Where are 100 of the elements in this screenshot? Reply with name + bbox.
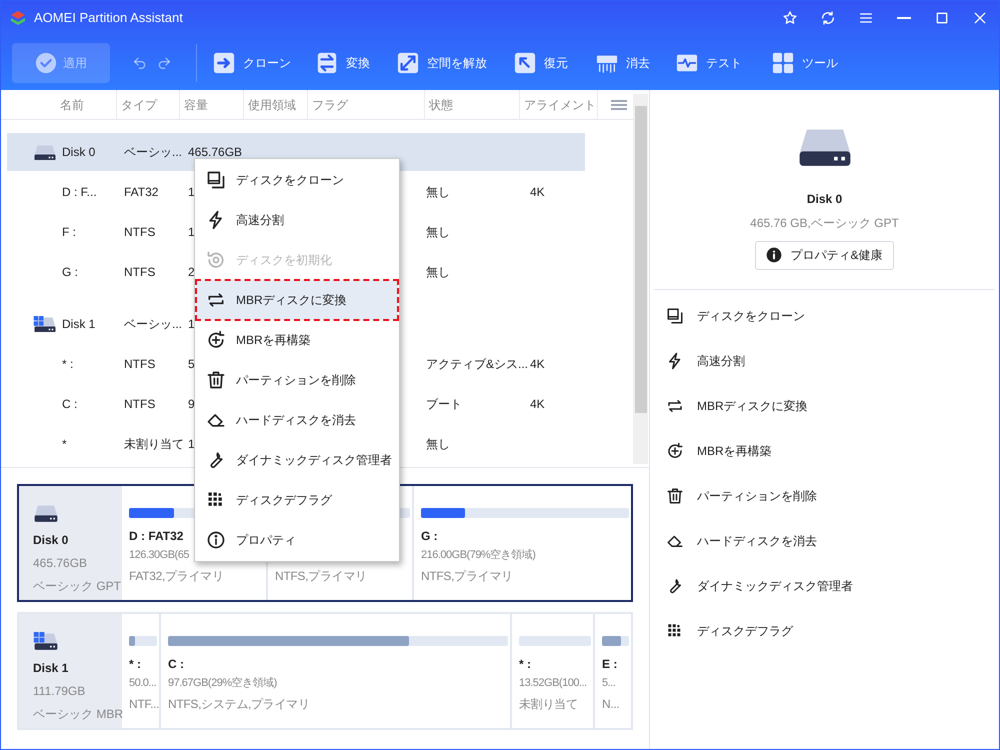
column-settings-icon: [611, 98, 627, 110]
toolbar-button[interactable]: 復元: [514, 42, 568, 82]
table-cell: 1: [188, 185, 195, 199]
table-cell: 無し: [426, 265, 450, 279]
table-cell: NTFS: [124, 265, 156, 279]
menu-item[interactable]: ハードディスクを消去: [196, 400, 398, 440]
table-cell: 無し: [426, 225, 450, 239]
operation-item[interactable]: ダイナミックディスク管理者: [650, 564, 999, 609]
table-cell: 1: [188, 225, 195, 239]
expand-arrows-icon: [397, 52, 419, 74]
partition-type: NTFS,プライマリ: [421, 568, 513, 585]
table-cell: ブート: [426, 397, 462, 411]
column-header[interactable]: タイプ: [117, 90, 180, 120]
circle-plus-icon: [206, 330, 226, 350]
toolbar-button[interactable]: 空間を解放: [397, 42, 487, 82]
disk-card[interactable]: Disk 1 111.79GB ベーシック MBR * : 50.0... NTF... C : 97.67GB(29%空き領域) NTFS,システム,プライマリ * : 13.52GB(100... 未割り当て E : 5... N...: [17, 612, 633, 730]
table-cell: ベーシッ...: [124, 317, 182, 331]
toolbar-button[interactable]: テスト: [676, 42, 742, 82]
menu-item[interactable]: ディスクデフラグ: [196, 480, 398, 520]
operation-item[interactable]: MBRディスクに変換: [650, 384, 999, 429]
disk-name: Disk 0: [806, 190, 842, 208]
operation-item[interactable]: MBRを再構築: [650, 428, 999, 474]
minimize-icon: [897, 17, 911, 19]
table-cell: 1: [188, 317, 195, 331]
table-cell: 未割り当て: [124, 437, 184, 451]
partition-info: 50.0...: [129, 677, 156, 689]
table-cell: 5: [188, 357, 195, 371]
window-title: AOMEI Partition Assistant: [34, 9, 183, 28]
partition-type: 未割り当て: [519, 696, 578, 713]
column-header[interactable]: フラグ: [308, 90, 425, 120]
table-cell: アクティブ&シス...: [426, 357, 528, 371]
refresh-icon: [820, 10, 836, 26]
row-name[interactable]: Disk 1: [62, 317, 96, 331]
toolbar-button[interactable]: クローン: [213, 42, 291, 82]
partition-label: G :: [421, 529, 438, 543]
partition-type: N...: [602, 696, 620, 713]
menu-item[interactable]: パーティションを削除: [196, 360, 398, 400]
table-cell: 1: [188, 437, 195, 451]
table-cell: 無し: [426, 185, 450, 199]
circular-arrow-icon: [206, 250, 226, 270]
row-name[interactable]: F :: [62, 225, 76, 239]
row-name[interactable]: Disk 0: [62, 145, 96, 159]
operation-item[interactable]: ディスクデフラグ: [650, 608, 999, 654]
operation-item[interactable]: ハードディスクを消去: [650, 518, 999, 564]
maximize-icon: [934, 10, 950, 26]
operation-item[interactable]: パーティションを削除: [650, 474, 999, 519]
menu-item[interactable]: MBRを再構築: [196, 320, 398, 360]
table-cell: NTFS: [124, 225, 156, 239]
column-header[interactable]: 状態: [425, 90, 520, 120]
toolbar-button[interactable]: ツール: [772, 42, 838, 82]
row-name[interactable]: D : F...: [62, 185, 97, 199]
operation-item[interactable]: 高速分割: [650, 338, 999, 384]
row-name[interactable]: * :: [62, 357, 74, 371]
partition-type: NTFS,プライマリ: [275, 568, 367, 585]
disk-name: Disk 0: [33, 532, 70, 549]
menu-item[interactable]: ダイナミックディスク管理者: [196, 440, 398, 480]
circle-plus-icon: [666, 442, 684, 460]
copy-icon: [206, 170, 226, 190]
close-icon: [972, 10, 988, 26]
trash-icon: [666, 487, 684, 506]
scrollbar[interactable]: [633, 94, 648, 464]
partition-info: 216.00GB(79%空き領域): [421, 549, 536, 561]
toolbar-button[interactable]: 消去: [596, 42, 650, 82]
grid-icon: [772, 52, 794, 74]
table-cell: 9: [188, 397, 195, 411]
table-cell: FAT32: [124, 185, 158, 199]
partition-type: FAT32,プライマリ: [129, 568, 224, 585]
partition-type: NTF...: [129, 696, 160, 713]
table-cell: NTFS: [124, 397, 156, 411]
partition-info: 126.30GB(65: [129, 549, 189, 561]
column-header[interactable]: 容量: [180, 90, 244, 120]
menu-item[interactable]: ディスクをクローン: [196, 160, 398, 200]
disk-summary: 465.76 GB,ベーシック GPT: [750, 214, 899, 232]
properties-button[interactable]: プロパティ&健康: [755, 240, 894, 270]
operation-item[interactable]: ディスクをクローン: [650, 294, 999, 339]
swap-box-icon: [316, 52, 338, 74]
table-cell: 4K: [530, 397, 545, 411]
column-header[interactable]: 名前: [56, 90, 117, 120]
disk-name: Disk 1: [33, 660, 70, 677]
app-logo-icon: [9, 10, 27, 26]
menu-item[interactable]: MBRディスクに変換: [196, 280, 398, 320]
row-name[interactable]: C :: [62, 397, 78, 411]
partition-label: * :: [129, 657, 141, 671]
table-cell: NTFS: [124, 357, 156, 371]
info-icon: [206, 530, 226, 550]
disk-type: ベーシック GPT: [33, 578, 122, 595]
column-header[interactable]: アライメント: [520, 90, 598, 120]
menu-item[interactable]: 高速分割: [196, 200, 398, 240]
column-header[interactable]: 使用領域: [244, 90, 308, 120]
row-name[interactable]: G :: [62, 265, 78, 279]
toolbar-button[interactable]: 変換: [316, 42, 370, 82]
partition-info: 97.67GB(29%空き領域): [168, 677, 277, 689]
restore-icon: [514, 52, 536, 74]
usage-bar: [519, 636, 591, 646]
row-name[interactable]: *: [62, 437, 67, 451]
partition-type: NTFS,システム,プライマリ: [168, 696, 310, 713]
table-cell: 4K: [530, 357, 545, 371]
trash-icon: [206, 370, 226, 390]
menu-item[interactable]: プロパティ: [196, 520, 398, 560]
table-cell: 無し: [426, 437, 450, 451]
